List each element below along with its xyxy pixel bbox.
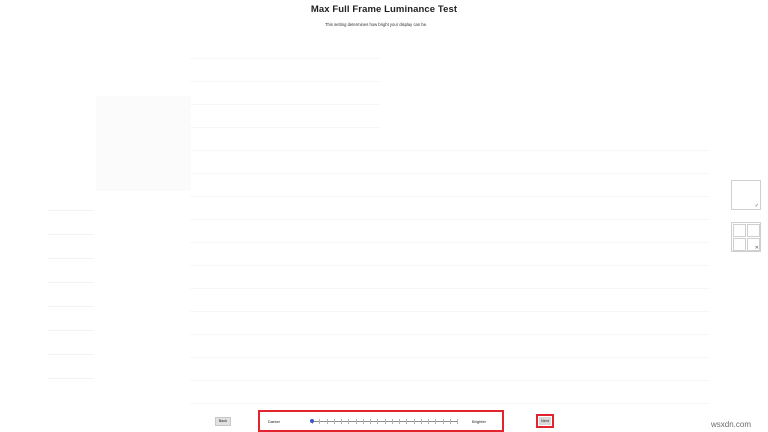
grid-pattern-tile[interactable]: ✕ bbox=[731, 222, 761, 252]
background-line bbox=[190, 288, 710, 289]
background-line bbox=[48, 378, 94, 379]
slider-tick bbox=[457, 419, 458, 424]
slider-tick bbox=[385, 419, 386, 424]
slider-tick bbox=[341, 419, 342, 424]
background-line bbox=[190, 104, 380, 105]
slider-track[interactable] bbox=[310, 419, 458, 424]
slider-thumb[interactable] bbox=[310, 419, 314, 423]
slider-tick bbox=[399, 419, 400, 424]
grid-cell bbox=[733, 238, 746, 251]
slider-tick bbox=[363, 419, 364, 424]
background-line bbox=[190, 150, 710, 151]
slider-tick bbox=[334, 419, 335, 424]
background-pattern-lines bbox=[190, 40, 730, 410]
background-line bbox=[190, 219, 710, 220]
slider-tick bbox=[377, 419, 378, 424]
next-button[interactable]: Next bbox=[539, 417, 551, 425]
page-subtitle: This setting determines how bright your … bbox=[325, 22, 428, 27]
background-line bbox=[48, 330, 94, 331]
watermark: wsxdn.com bbox=[711, 420, 752, 429]
luminance-slider-control: Darker Brighter bbox=[258, 410, 504, 432]
background-line bbox=[190, 127, 380, 128]
close-icon: ✕ bbox=[754, 245, 759, 251]
background-line bbox=[190, 403, 710, 404]
slider-tick bbox=[370, 419, 371, 424]
slider-tick bbox=[319, 419, 320, 424]
background-line bbox=[190, 357, 710, 358]
slider-max-label: Brighter bbox=[472, 419, 487, 424]
background-line bbox=[190, 196, 710, 197]
background-line bbox=[48, 258, 94, 259]
grid-cell bbox=[747, 224, 760, 237]
slider-tick bbox=[392, 419, 393, 424]
background-line bbox=[48, 306, 94, 307]
background-line bbox=[190, 81, 380, 82]
background-line bbox=[190, 265, 710, 266]
single-pattern-tile[interactable]: ✓ bbox=[731, 180, 761, 210]
background-line bbox=[190, 311, 710, 312]
background-line bbox=[48, 234, 94, 235]
back-button[interactable]: Back bbox=[215, 417, 231, 426]
slider-tick bbox=[450, 419, 451, 424]
background-line bbox=[190, 334, 710, 335]
slider-tick bbox=[414, 419, 415, 424]
slider-tick bbox=[428, 419, 429, 424]
checkmark-icon: ✓ bbox=[754, 203, 759, 209]
slider-tick bbox=[406, 419, 407, 424]
slider-tick bbox=[356, 419, 357, 424]
background-line bbox=[190, 380, 710, 381]
background-line bbox=[48, 282, 94, 283]
grid-cell bbox=[733, 224, 746, 237]
slider-tick bbox=[443, 419, 444, 424]
background-line bbox=[48, 354, 94, 355]
background-line bbox=[190, 58, 380, 59]
background-line bbox=[190, 242, 710, 243]
slider-tick bbox=[421, 419, 422, 424]
background-line bbox=[190, 173, 710, 174]
slider-tick bbox=[435, 419, 436, 424]
slider-tick bbox=[327, 419, 328, 424]
calibration-page: Max Full Frame Luminance Test This setti… bbox=[0, 0, 768, 432]
slider-tick bbox=[348, 419, 349, 424]
page-title: Max Full Frame Luminance Test bbox=[310, 4, 458, 15]
background-line bbox=[48, 210, 94, 211]
background-pattern-block bbox=[96, 96, 191, 191]
slider-min-label: Darker bbox=[268, 419, 281, 424]
next-button-highlight: Next bbox=[536, 414, 554, 428]
